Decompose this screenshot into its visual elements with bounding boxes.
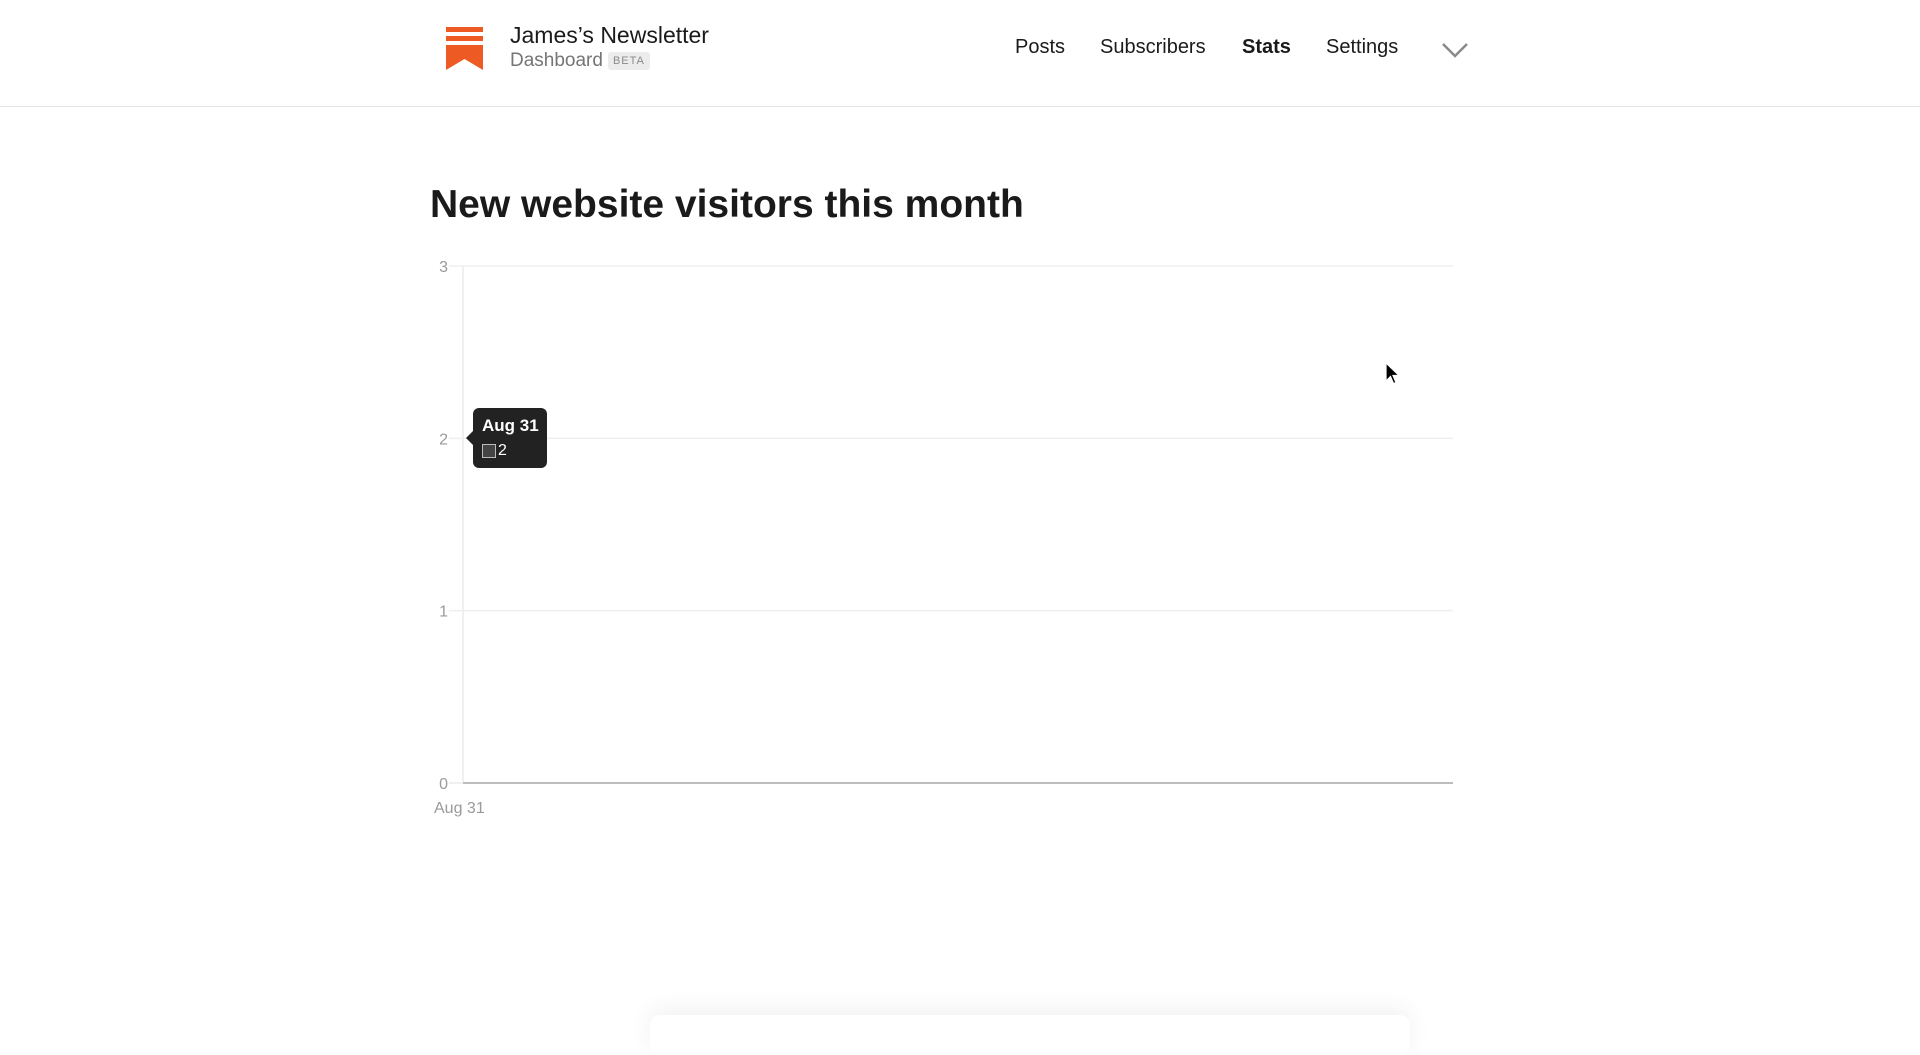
substack-logo-icon[interactable]	[446, 27, 483, 70]
y-tick-label: 3	[439, 259, 448, 276]
tooltip-value: 2	[498, 442, 507, 459]
newsletter-title[interactable]: James’s Newsletter	[510, 22, 709, 49]
nav-posts[interactable]: Posts	[1015, 36, 1065, 59]
floating-panel-edge	[650, 1015, 1410, 1055]
series-swatch-icon	[482, 444, 496, 458]
tooltip-row: 2	[482, 442, 507, 460]
nav-subscribers[interactable]: Subscribers	[1100, 36, 1206, 59]
y-tick-label: 0	[439, 776, 448, 793]
chart-tooltip: Aug 31 2	[466, 408, 547, 468]
y-tick-label: 1	[439, 604, 448, 621]
x-tick-label: Aug 31	[434, 800, 485, 817]
y-tick-label: 2	[439, 431, 448, 448]
mouse-cursor-icon	[1385, 362, 1401, 385]
dashboard-label: Dashboard BETA	[510, 50, 650, 72]
top-header: James’s Newsletter Dashboard BETA Posts …	[0, 0, 1920, 107]
visitors-chart: 0 1 2 3 Aug 31	[434, 259, 1453, 817]
beta-badge: BETA	[607, 52, 650, 70]
nav-stats[interactable]: Stats	[1242, 36, 1291, 59]
page-title: New website visitors this month	[430, 183, 1024, 226]
tooltip-date: Aug 31	[482, 416, 539, 435]
nav-settings[interactable]: Settings	[1326, 36, 1398, 59]
chevron-down-icon[interactable]	[1441, 40, 1469, 60]
dashboard-text: Dashboard	[510, 50, 603, 71]
